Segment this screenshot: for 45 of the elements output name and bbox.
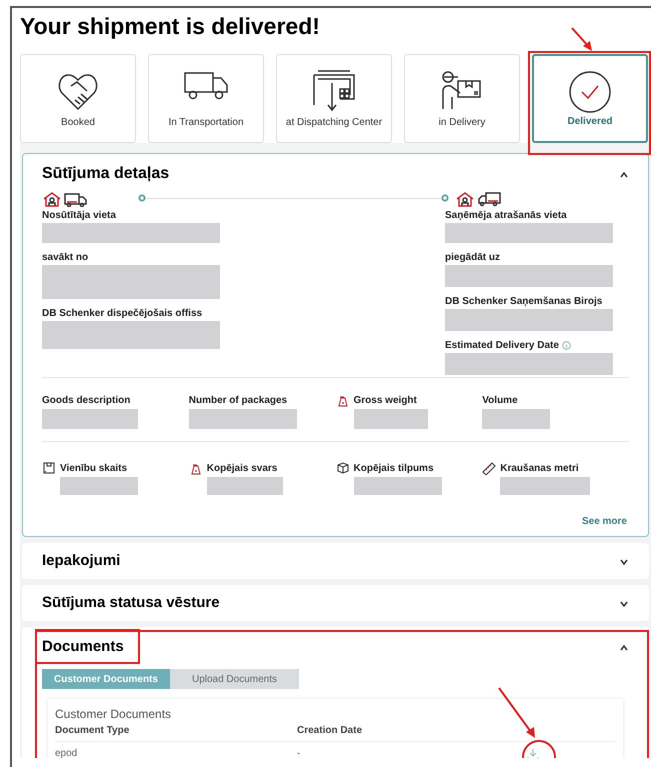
- status-step[interactable]: at Dispatching Center: [276, 54, 392, 143]
- accordion-header[interactable]: Iepakojumi: [22, 543, 649, 579]
- field-label: Saņēmēja atrašanās vieta: [445, 209, 567, 222]
- field-label: Goods description: [42, 394, 132, 407]
- table-cell-text: epod: [55, 747, 78, 758]
- field-label: Kopējais svars: [206, 462, 278, 475]
- status-step[interactable]: in Delivery: [404, 54, 520, 143]
- section-title: Sūtījuma detaļas: [42, 164, 170, 184]
- timeline-dot-icon: [441, 194, 449, 202]
- status-step[interactable]: In Transportation: [148, 54, 264, 143]
- field-label: Kopējais tilpums: [354, 462, 435, 475]
- accordion-header[interactable]: Sūtījuma statusa vēsture: [22, 585, 649, 621]
- status-step[interactable]: Booked: [20, 54, 136, 143]
- table-cell-text: -: [297, 747, 302, 758]
- annotation-arrow: [570, 26, 594, 53]
- see-more-link[interactable]: See more: [582, 515, 627, 528]
- redacted-value: [482, 409, 550, 429]
- cube-icon: [336, 461, 350, 475]
- tab[interactable]: Upload Documents: [170, 669, 299, 689]
- field-label: piegādāt uz: [445, 251, 500, 264]
- box-icon: [42, 461, 56, 475]
- field-label: Volume: [482, 394, 519, 407]
- house-icon: [42, 190, 62, 206]
- field-label: Vienību skaits: [60, 462, 128, 475]
- warehouse-icon: [312, 69, 356, 113]
- field-label: Gross weight: [354, 394, 418, 407]
- field-label: DB Schenker Saņemšanas Birojs: [445, 295, 602, 308]
- field-label: Number of packages: [188, 394, 288, 407]
- download-icon[interactable]: [527, 748, 539, 758]
- column-header: Document Type: [55, 724, 130, 738]
- field-label: Kraušanas metri: [500, 462, 580, 475]
- ruler-icon: [482, 461, 496, 475]
- check-circle-icon: [568, 70, 612, 114]
- status-step[interactable]: Delivered: [532, 54, 648, 143]
- timeline-dot-icon: [138, 194, 146, 202]
- field-label: Estimated Delivery Date: [445, 339, 559, 352]
- column-header: Creation Date: [297, 724, 364, 738]
- page-title: Your shipment is delivered!: [20, 12, 320, 40]
- field-label: savākt no: [42, 251, 90, 264]
- house-icon: [455, 190, 475, 206]
- field-label: Nosūtītāja vieta: [42, 209, 117, 222]
- field-label: DB Schenker dispečējošais offiss: [42, 307, 204, 320]
- truck-icon: [477, 190, 501, 206]
- section-title: Documents: [42, 637, 124, 657]
- table-title: Customer Documents: [55, 706, 172, 723]
